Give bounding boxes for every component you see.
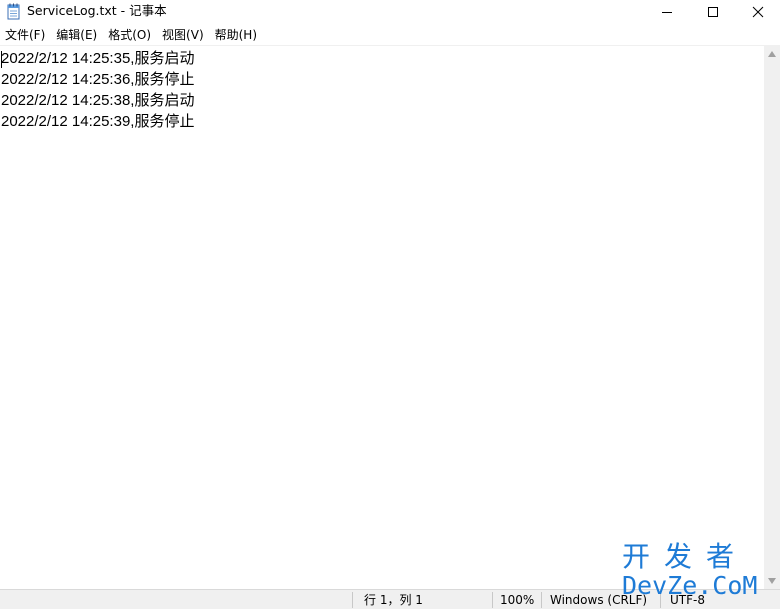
- status-separator: [541, 592, 542, 608]
- status-separator: [492, 592, 493, 608]
- menu-view[interactable]: 视图(V): [157, 26, 210, 44]
- minimize-icon: [662, 12, 672, 13]
- status-bar: 行 1，列 1 100% Windows (CRLF) UTF-8: [0, 589, 780, 609]
- text-editor[interactable]: 2022/2/12 14:25:35,服务启动 2022/2/12 14:25:…: [0, 45, 764, 589]
- menu-bar: 文件(F) 编辑(E) 格式(O) 视图(V) 帮助(H): [0, 25, 780, 45]
- line-ending: Windows (CRLF): [550, 593, 648, 607]
- text-line: 2022/2/12 14:25:36,服务停止: [1, 71, 195, 88]
- scroll-down-button[interactable]: [764, 572, 780, 589]
- vertical-scrollbar[interactable]: [764, 45, 780, 589]
- text-line: 2022/2/12 14:25:38,服务启动: [1, 92, 195, 109]
- status-separator: [352, 592, 353, 608]
- encoding: UTF-8: [670, 593, 705, 607]
- menu-edit[interactable]: 编辑(E): [51, 26, 103, 44]
- text-line: 2022/2/12 14:25:39,服务停止: [1, 113, 195, 130]
- maximize-icon: [708, 7, 718, 17]
- cursor-position: 行 1，列 1: [364, 593, 423, 607]
- close-icon: [752, 6, 764, 18]
- triangle-up-icon: [768, 50, 776, 57]
- menu-format[interactable]: 格式(O): [103, 26, 157, 44]
- window-title: ServiceLog.txt - 记事本: [27, 3, 167, 18]
- notepad-icon: [7, 3, 20, 20]
- menu-file[interactable]: 文件(F): [0, 26, 51, 44]
- minimize-button[interactable]: [644, 0, 690, 24]
- menu-help[interactable]: 帮助(H): [210, 26, 263, 44]
- maximize-button[interactable]: [690, 0, 736, 24]
- status-separator: [660, 592, 661, 608]
- notepad-window: ServiceLog.txt - 记事本 文件(F) 编辑(E) 格式(O) 视…: [0, 0, 780, 609]
- title-bar[interactable]: ServiceLog.txt - 记事本: [0, 0, 780, 24]
- close-button[interactable]: [736, 0, 780, 24]
- triangle-down-icon: [768, 577, 776, 584]
- scroll-up-button[interactable]: [764, 45, 780, 62]
- text-line: 2022/2/12 14:25:35,服务启动: [1, 50, 195, 67]
- zoom-level: 100%: [500, 593, 535, 607]
